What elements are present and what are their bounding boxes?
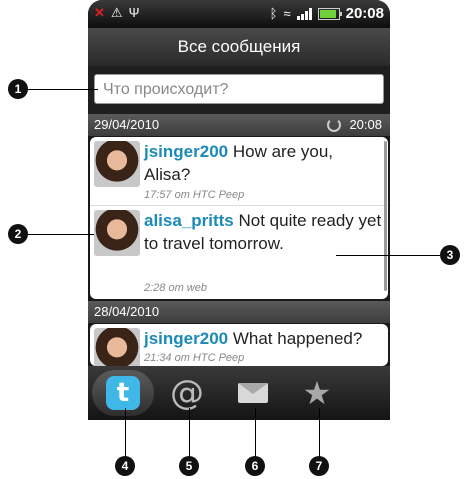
- date-label: 28/04/2010: [94, 304, 160, 319]
- list-item[interactable]: alisa_pritts Not quite ready yet to trav…: [90, 206, 388, 299]
- status-time: 20:08: [345, 5, 384, 22]
- author-name[interactable]: jsinger200: [144, 329, 228, 348]
- callout-line: [336, 255, 440, 256]
- tab-mentions[interactable]: @: [156, 370, 218, 416]
- avatar: [94, 141, 140, 187]
- status-bar: ✕ ⚠ Ψ ᛒ ≈ 20:08: [88, 0, 390, 28]
- tab-all-tweets[interactable]: t: [92, 370, 154, 416]
- twitter-icon: t: [106, 376, 140, 410]
- signal-icon: [296, 8, 312, 20]
- wifi-icon: ≈: [283, 6, 291, 21]
- author-name[interactable]: alisa_pritts: [144, 211, 234, 230]
- callout-number: 2: [8, 224, 28, 244]
- date-label: 29/04/2010: [94, 117, 160, 132]
- callout-number: 7: [309, 456, 329, 476]
- callout-line: [319, 408, 320, 460]
- message-meta: 21:34 от HTC Peep: [144, 352, 245, 364]
- message-list: jsinger200 How are you, Alisa? 17:57 от …: [90, 137, 388, 299]
- message-meta: 2:28 от web: [144, 282, 207, 294]
- bluetooth-icon: ᛒ: [269, 6, 278, 21]
- refresh-icon[interactable]: [327, 118, 342, 132]
- callout-line: [189, 408, 190, 460]
- date-header: 28/04/2010: [88, 301, 390, 323]
- author-name[interactable]: jsinger200: [144, 142, 228, 161]
- phone-screen: ✕ ⚠ Ψ ᛒ ≈ 20:08 Все сообщения Что происх…: [88, 0, 390, 420]
- callout-number: 1: [8, 79, 28, 99]
- tab-direct-messages[interactable]: [222, 370, 284, 416]
- callout-line: [255, 408, 256, 460]
- refresh-time: 20:08: [349, 117, 382, 132]
- messages-icon: [238, 383, 268, 403]
- warning-icon: ⚠: [110, 5, 123, 20]
- compose-bar: Что происходит?: [88, 66, 390, 114]
- callout-number: 4: [115, 456, 135, 476]
- callout-number: 5: [179, 456, 199, 476]
- callout-line: [28, 234, 94, 235]
- list-item[interactable]: jsinger200 What happened? 21:34 от HTC P…: [90, 324, 388, 366]
- usb-icon: Ψ: [128, 5, 140, 20]
- page-title: Все сообщения: [88, 28, 390, 66]
- callout-line: [28, 89, 98, 90]
- battery-icon: [317, 8, 342, 20]
- scrollbar[interactable]: [384, 141, 387, 291]
- date-header: 29/04/2010 20:08: [88, 114, 390, 136]
- tab-favorites[interactable]: ★: [286, 370, 348, 416]
- callout-number: 3: [440, 245, 460, 265]
- avatar: [94, 328, 140, 366]
- callout-line: [125, 408, 126, 460]
- callout-number: 6: [245, 456, 265, 476]
- list-item[interactable]: jsinger200 How are you, Alisa? 17:57 от …: [90, 137, 388, 206]
- compose-input[interactable]: Что происходит?: [94, 74, 384, 104]
- avatar: [94, 210, 140, 256]
- message-list: jsinger200 What happened? 21:34 от HTC P…: [90, 324, 388, 366]
- missed-call-icon: ✕: [94, 5, 105, 20]
- message-meta: 17:57 от HTC Peep: [144, 189, 245, 201]
- mentions-icon: @: [170, 373, 204, 413]
- favorites-icon: ★: [302, 375, 332, 411]
- message-text: What happened?: [232, 329, 363, 348]
- tab-bar: t @ ★: [88, 366, 390, 420]
